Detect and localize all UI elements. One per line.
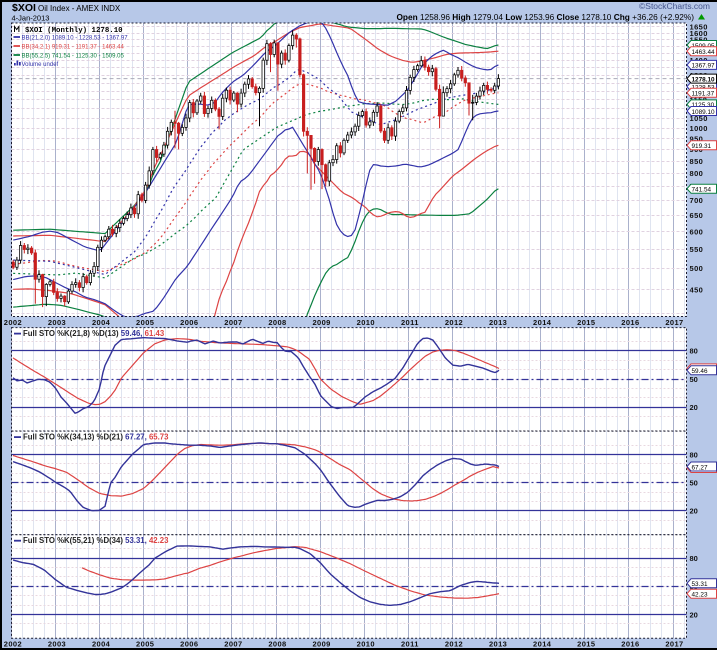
svg-text:2015: 2015 — [577, 640, 595, 649]
svg-text:919.31: 919.31 — [692, 143, 712, 150]
svg-text:42.23: 42.23 — [692, 592, 708, 599]
svg-text:2010: 2010 — [357, 318, 375, 327]
svg-text:450: 450 — [690, 285, 704, 294]
svg-text:2012: 2012 — [445, 640, 463, 649]
svg-text:Open 1258.96 High 1279.04 Low: Open 1258.96 High 1279.04 Low 1253.96 Cl… — [396, 12, 694, 22]
svg-text:67.27: 67.27 — [692, 464, 708, 471]
svg-text:650: 650 — [690, 211, 704, 220]
svg-text:700: 700 — [690, 196, 704, 205]
svg-text:$XOI: $XOI — [12, 2, 36, 14]
svg-text:2016: 2016 — [621, 640, 639, 649]
svg-text:80: 80 — [690, 554, 698, 563]
svg-text:2002: 2002 — [4, 640, 22, 649]
svg-text:Volume undef: Volume undef — [22, 62, 59, 68]
svg-text:Full STO %K(55,21) %D(34) 53.3: Full STO %K(55,21) %D(34) 53.31, 42.23 — [23, 536, 169, 545]
svg-text:2003: 2003 — [48, 318, 66, 327]
svg-text:1463.44: 1463.44 — [692, 49, 716, 56]
svg-text:2015: 2015 — [577, 318, 595, 327]
svg-text:20: 20 — [690, 507, 698, 516]
svg-text:741.54: 741.54 — [692, 187, 712, 194]
svg-text:2002: 2002 — [4, 318, 22, 327]
svg-text:2010: 2010 — [357, 640, 375, 649]
svg-text:Full STO %K(21,8) %D(13) 59.46: Full STO %K(21,8) %D(13) 59.46, 61.43 — [23, 329, 165, 338]
svg-text:2014: 2014 — [533, 318, 552, 327]
svg-text:550: 550 — [690, 245, 704, 254]
svg-text:2011: 2011 — [401, 640, 419, 649]
svg-text:2005: 2005 — [136, 318, 154, 327]
svg-text:50: 50 — [690, 479, 698, 488]
svg-text:1191.37: 1191.37 — [692, 91, 715, 98]
svg-text:2009: 2009 — [312, 640, 330, 649]
svg-text:2007: 2007 — [224, 318, 242, 327]
svg-text:1278.10: 1278.10 — [692, 76, 716, 83]
svg-text:2006: 2006 — [180, 318, 198, 327]
svg-text:800: 800 — [690, 169, 704, 178]
svg-text:2016: 2016 — [621, 318, 639, 327]
svg-text:600: 600 — [690, 227, 704, 236]
svg-text:4-Jan-2013: 4-Jan-2013 — [12, 14, 50, 23]
svg-text:2017: 2017 — [665, 640, 683, 649]
svg-text:20: 20 — [690, 403, 698, 412]
svg-text:500: 500 — [690, 264, 704, 273]
svg-text:2006: 2006 — [180, 640, 198, 649]
svg-text:1367.97: 1367.97 — [692, 63, 716, 70]
svg-text:850: 850 — [690, 157, 704, 166]
svg-text:2007: 2007 — [224, 640, 242, 649]
svg-text:2013: 2013 — [489, 318, 507, 327]
svg-text:2008: 2008 — [268, 318, 286, 327]
svg-text:Full STO %K(34,13) %D(21) 67.2: Full STO %K(34,13) %D(21) 67.27, 65.73 — [23, 433, 169, 442]
svg-text:2011: 2011 — [401, 318, 419, 327]
svg-text:1089.10: 1089.10 — [692, 109, 716, 116]
svg-text:80: 80 — [690, 347, 698, 356]
svg-text:Oil Index - AMEX INDX: Oil Index - AMEX INDX — [38, 4, 121, 13]
svg-text:1000: 1000 — [690, 124, 708, 133]
svg-text:2004: 2004 — [92, 318, 111, 327]
svg-text:59.46: 59.46 — [692, 368, 708, 375]
svg-text:BB(34,2.1) 919.31 - 1191.37 -: BB(34,2.1) 919.31 - 1191.37 - 1463.44 — [22, 45, 125, 51]
svg-text:2003: 2003 — [48, 640, 66, 649]
svg-text:2013: 2013 — [489, 640, 507, 649]
svg-text:©StockCharts.com: ©StockCharts.com — [639, 1, 710, 11]
svg-text:50: 50 — [690, 375, 698, 384]
svg-text:2012: 2012 — [445, 318, 463, 327]
svg-text:2014: 2014 — [533, 640, 552, 649]
svg-text:20: 20 — [690, 610, 698, 619]
svg-text:$XOI (Monthly) 1278.10: $XOI (Monthly) 1278.10 — [25, 27, 123, 35]
svg-text:BB(55,2.5) 741.54 - 1125.30 -: BB(55,2.5) 741.54 - 1125.30 - 1509.05 — [22, 54, 125, 60]
svg-text:2008: 2008 — [268, 640, 286, 649]
svg-text:2009: 2009 — [312, 318, 330, 327]
svg-text:2004: 2004 — [92, 640, 111, 649]
svg-text:BB(21,2.0) 1089.10 - 1228.53 -: BB(21,2.0) 1089.10 - 1228.53 - 1367.97 — [22, 36, 129, 42]
svg-text:1650: 1650 — [690, 23, 708, 32]
svg-text:2017: 2017 — [665, 318, 683, 327]
svg-text:2005: 2005 — [136, 640, 154, 649]
svg-text:80: 80 — [690, 450, 698, 459]
svg-text:53.31: 53.31 — [692, 581, 708, 588]
